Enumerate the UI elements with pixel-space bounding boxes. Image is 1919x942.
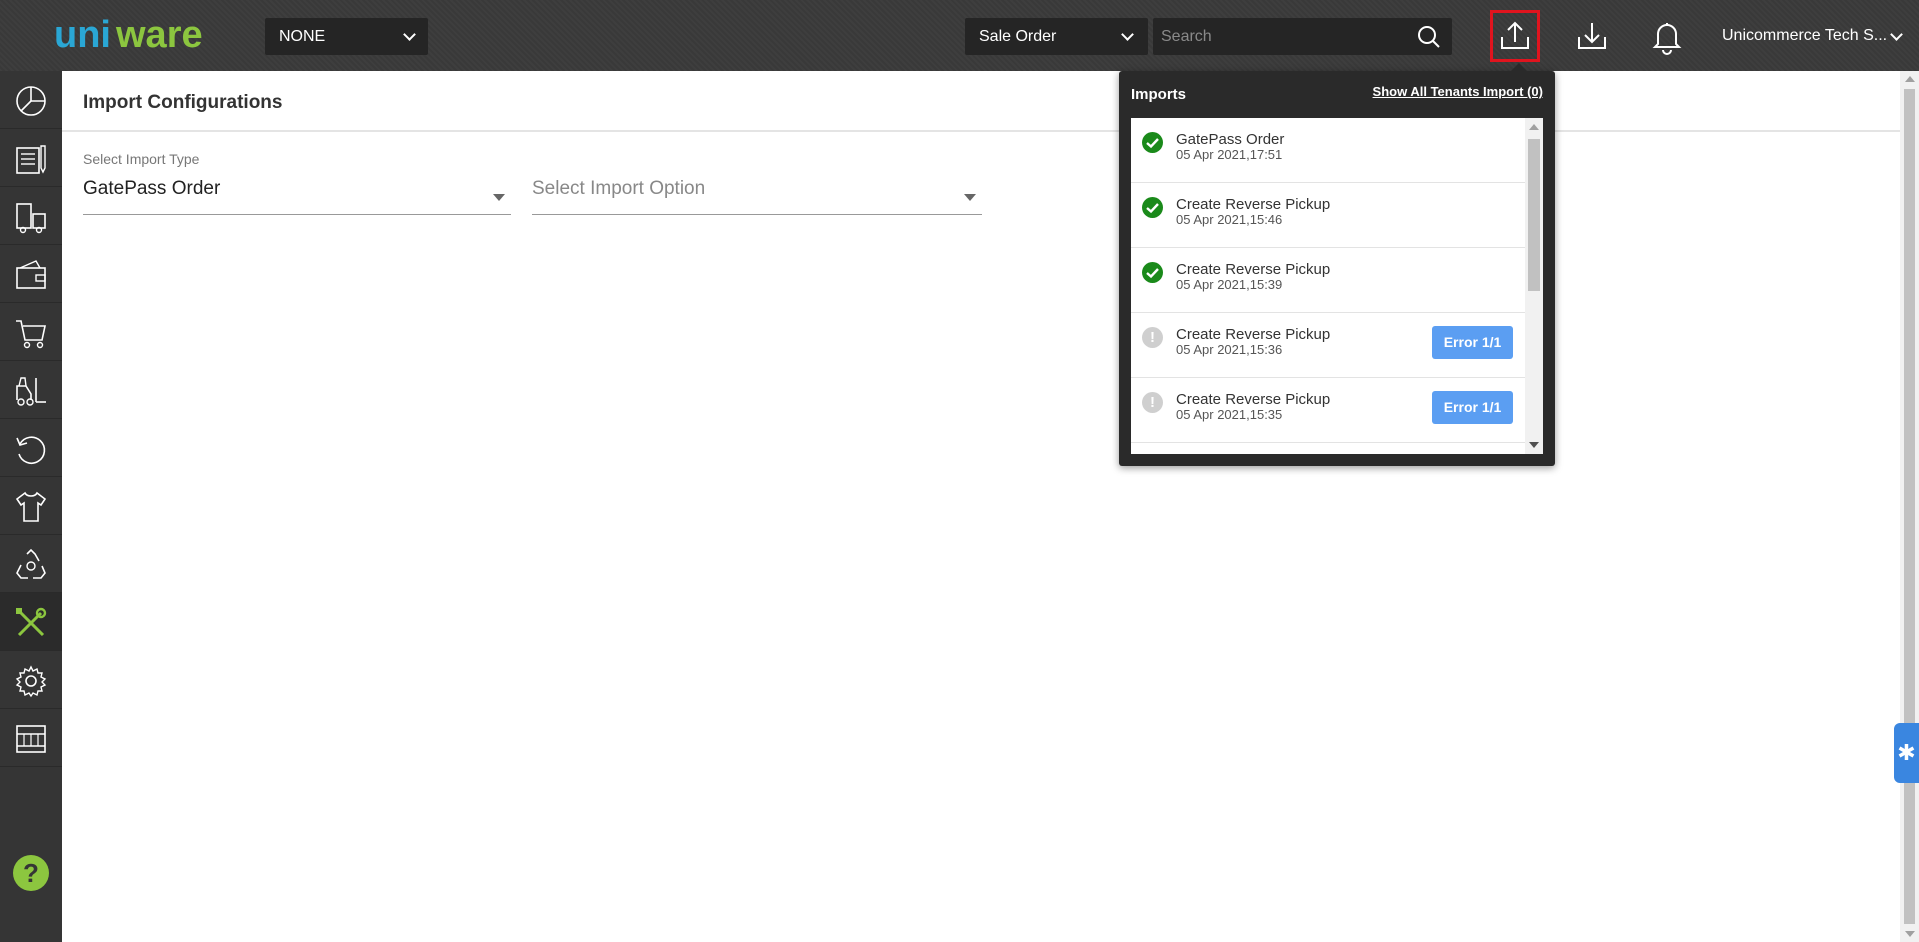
import-name: Create Reverse Pickup	[1176, 196, 1331, 213]
import-item[interactable]: Create Reverse Pickup 05 Apr 2021,15:46	[1131, 183, 1525, 248]
tshirt-icon	[15, 491, 47, 522]
feedback-tab[interactable]: ✱	[1894, 723, 1919, 783]
asterisk-icon: ✱	[1897, 740, 1916, 765]
success-check-icon	[1142, 132, 1163, 153]
help-icon[interactable]: ?	[13, 855, 49, 891]
logo-text-part1: uni	[54, 14, 111, 56]
import-option-select[interactable]: Select Import Option	[532, 174, 982, 215]
search-entity-select[interactable]: Sale Order	[965, 18, 1148, 55]
entity-select-value: Sale Order	[979, 28, 1057, 45]
scrollbar-thumb[interactable]	[1528, 139, 1540, 291]
sidebar-item-warehouse[interactable]	[0, 709, 62, 767]
import-item[interactable]: ! Create Reverse Pickup 05 Apr 2021,15:3…	[1131, 313, 1525, 378]
warning-exclamation-icon: !	[1142, 392, 1163, 413]
import-name: Create Reverse Pickup	[1176, 261, 1331, 278]
caret-down-icon	[493, 194, 505, 201]
dashboard-icon	[16, 86, 46, 116]
search-icon[interactable]	[1416, 24, 1442, 50]
caret-down-icon	[964, 194, 976, 201]
tools-icon	[16, 607, 47, 637]
import-option-placeholder: Select Import Option	[532, 178, 706, 199]
export-download-button[interactable]	[1566, 10, 1618, 62]
search-input[interactable]	[1161, 26, 1411, 48]
chevron-down-icon	[1121, 28, 1134, 41]
import-time: 05 Apr 2021,15:36	[1176, 342, 1283, 357]
scrollbar-thumb[interactable]	[1904, 89, 1915, 924]
import-type-label: Select Import Type	[83, 151, 200, 167]
sidebar: ?	[0, 71, 62, 942]
sidebar-item-returns[interactable]	[0, 419, 62, 477]
warning-exclamation-icon: !	[1142, 327, 1163, 348]
warehouse-icon	[16, 725, 46, 753]
error-button[interactable]: Error 1/1	[1432, 391, 1513, 424]
search-box	[1153, 18, 1452, 55]
success-check-icon	[1142, 262, 1163, 283]
error-button[interactable]: Error 1/1	[1432, 326, 1513, 359]
sidebar-item-cart[interactable]	[0, 303, 62, 361]
recycle-icon	[16, 548, 46, 579]
import-time: 05 Apr 2021,15:39	[1176, 277, 1283, 292]
wallet-icon	[16, 260, 46, 289]
import-type-select[interactable]: GatePass Order	[83, 174, 511, 215]
sidebar-item-recycle[interactable]	[0, 535, 62, 593]
download-icon	[1578, 23, 1606, 49]
scroll-down-arrow-icon[interactable]	[1529, 442, 1539, 448]
sidebar-item-products[interactable]	[0, 477, 62, 535]
page-header: Import Configurations	[62, 71, 1900, 132]
import-name: Create Reverse Pickup	[1176, 326, 1331, 343]
top-bar: uni ware NONE Sale Order Search Unicomme…	[0, 0, 1919, 71]
uniware-logo[interactable]: uni ware	[54, 14, 234, 56]
sidebar-item-wallet[interactable]	[0, 245, 62, 303]
import-item[interactable]: GatePass Order 05 Apr 2021,17:51	[1131, 118, 1525, 183]
import-upload-button[interactable]	[1490, 10, 1540, 62]
chevron-down-icon	[403, 28, 416, 41]
scroll-up-arrow-icon[interactable]	[1905, 76, 1915, 82]
import-time: 05 Apr 2021,15:35	[1176, 407, 1283, 422]
import-item[interactable]: ! Create Reverse Pickup 05 Apr 2021,15:3…	[1131, 378, 1525, 443]
tenant-select[interactable]: NONE	[265, 18, 428, 55]
forklift-icon	[16, 377, 46, 406]
scroll-down-arrow-icon[interactable]	[1905, 931, 1915, 937]
scroll-up-arrow-icon[interactable]	[1529, 124, 1539, 130]
orders-icon	[16, 145, 46, 174]
imports-list: GatePass Order 05 Apr 2021,17:51 Create …	[1131, 118, 1543, 454]
shipping-icon	[16, 203, 46, 234]
page-scrollbar[interactable]	[1900, 71, 1919, 942]
user-name: Unicommerce Tech S...	[1722, 27, 1888, 44]
notifications-button[interactable]	[1641, 10, 1693, 62]
imports-title: Imports	[1131, 86, 1187, 103]
import-item[interactable]: Create Reverse Pickup 05 Apr 2021,15:39	[1131, 248, 1525, 313]
gear-icon	[15, 665, 47, 698]
tenant-select-value: NONE	[279, 28, 326, 45]
import-name: GatePass Order	[1176, 131, 1285, 148]
chevron-down-icon	[1890, 28, 1903, 41]
show-all-tenants-import-link[interactable]: Show All Tenants Import (0)	[1373, 84, 1543, 99]
bell-icon	[1652, 23, 1682, 55]
returns-icon	[16, 436, 46, 464]
sidebar-item-shipping[interactable]	[0, 187, 62, 245]
page-title: Import Configurations	[83, 92, 283, 113]
import-type-value: GatePass Order	[83, 178, 221, 199]
import-time: 05 Apr 2021,15:46	[1176, 212, 1283, 227]
user-menu[interactable]: Unicommerce Tech S...	[1722, 27, 1903, 45]
sidebar-item-settings[interactable]	[0, 651, 62, 709]
success-check-icon	[1142, 197, 1163, 218]
sidebar-item-dashboard[interactable]	[0, 71, 62, 129]
logo-text-part2: ware	[115, 14, 203, 56]
import-time: 05 Apr 2021,17:51	[1176, 147, 1283, 162]
sidebar-item-forklift[interactable]	[0, 361, 62, 419]
import-name: Create Reverse Pickup	[1176, 391, 1331, 408]
imports-list-scrollbar[interactable]	[1525, 118, 1543, 454]
sidebar-item-tools[interactable]	[0, 593, 62, 651]
sidebar-item-orders[interactable]	[0, 129, 62, 187]
cart-icon	[16, 320, 46, 349]
upload-icon	[1501, 21, 1529, 49]
imports-panel: Imports Show All Tenants Import (0) Gate…	[1119, 63, 1555, 466]
